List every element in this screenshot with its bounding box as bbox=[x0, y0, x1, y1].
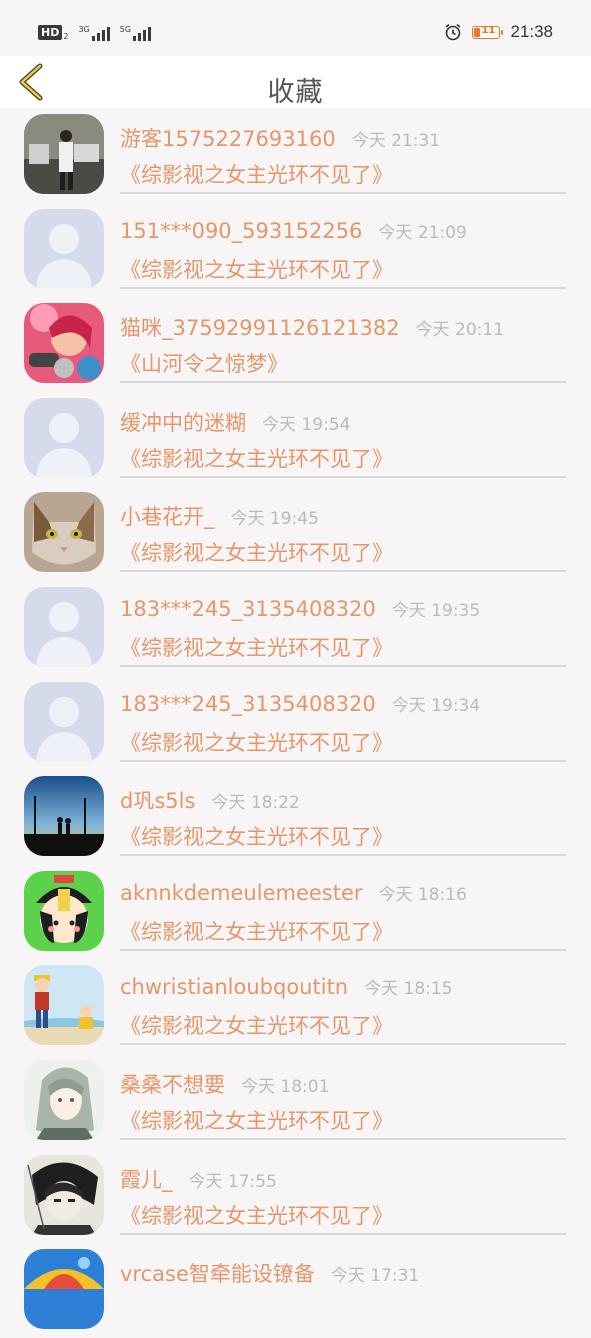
network-type-1: 3G bbox=[78, 24, 90, 34]
list-item[interactable]: vrcase智牵能设镣备 今天 17:31 bbox=[0, 1243, 591, 1338]
divider bbox=[120, 286, 566, 289]
list-item[interactable]: 桑桑不想要 今天 18:01 《综影视之女主光环不见了》 bbox=[0, 1054, 591, 1149]
avatar[interactable] bbox=[24, 1059, 104, 1140]
book-title[interactable]: 《综影视之女主光环不见了》 bbox=[120, 1105, 393, 1135]
book-title[interactable]: 《综影视之女主光环不见了》 bbox=[120, 916, 393, 946]
book-title[interactable]: 《综影视之女主光环不见了》 bbox=[120, 821, 393, 851]
book-title[interactable]: 《综影视之女主光环不见了》 bbox=[120, 159, 393, 189]
timestamp: 今天 21:09 bbox=[378, 222, 467, 243]
alarm-icon bbox=[445, 23, 461, 41]
user-name: chwristianloubqoutitn bbox=[120, 975, 349, 1000]
signal-bars-icon bbox=[91, 25, 110, 41]
divider bbox=[120, 1043, 566, 1046]
timestamp: 今天 19:45 bbox=[230, 509, 319, 530]
avatar[interactable] bbox=[24, 776, 104, 857]
network-type-2: 5G bbox=[119, 24, 132, 34]
avatar[interactable] bbox=[24, 1249, 104, 1330]
book-title[interactable]: 《山河令之惊梦》 bbox=[120, 348, 288, 378]
user-name: 霞儿_ bbox=[120, 1167, 173, 1192]
timestamp: 今天 19:35 bbox=[391, 600, 481, 621]
timestamp: 今天 18:22 bbox=[211, 793, 300, 814]
timestamp: 今天 18:15 bbox=[364, 979, 453, 1000]
book-title[interactable]: 《综影视之女主光环不见了》 bbox=[120, 727, 393, 757]
user-name: d巩s5ls bbox=[120, 789, 196, 814]
divider bbox=[120, 381, 566, 384]
status-right: 11 21:38 bbox=[444, 22, 553, 42]
book-title[interactable]: 《综影视之女主光环不见了》 bbox=[120, 537, 393, 567]
timestamp: 今天 19:34 bbox=[391, 695, 481, 716]
timestamp: 今天 18:01 bbox=[241, 1076, 330, 1097]
user-name: 小巷花开_ bbox=[120, 505, 215, 530]
avatar[interactable] bbox=[24, 1154, 104, 1235]
book-title[interactable]: 《综影视之女主光环不见了》 bbox=[120, 1200, 393, 1230]
signal-1: 3G bbox=[78, 24, 110, 41]
list-item[interactable]: aknnkdemeulemeester 今天 18:16 《综影视之女主光环不见… bbox=[0, 865, 591, 960]
list-item[interactable]: 霞儿_ 今天 17:55 《综影视之女主光环不见了》 bbox=[0, 1149, 591, 1244]
list-item[interactable]: 缓冲中的迷糊 今天 19:54 《综影视之女主光环不见了》 bbox=[0, 392, 591, 487]
user-name: 183***245_3135408320 bbox=[120, 596, 376, 621]
list-item[interactable]: 151***090_593152256 今天 21:09 《综影视之女主光环不见… bbox=[0, 203, 591, 298]
signal-bars-icon bbox=[133, 25, 152, 41]
avatar[interactable] bbox=[24, 114, 104, 194]
divider bbox=[120, 192, 566, 194]
signal-2: 5G bbox=[119, 24, 152, 41]
status-bar: HD 2 3G 5G 11 21:38 bbox=[0, 0, 591, 56]
avatar[interactable] bbox=[24, 303, 104, 384]
divider bbox=[120, 1232, 566, 1235]
list-item[interactable]: 183***245_3135408320 今天 19:34 《综影视之女主光环不… bbox=[0, 676, 591, 771]
user-name: aknnkdemeulemeester bbox=[120, 880, 363, 905]
book-title[interactable]: 《综影视之女主光环不见了》 bbox=[120, 1010, 393, 1040]
divider bbox=[120, 475, 566, 478]
battery-icon: 11 bbox=[472, 24, 504, 39]
timestamp: 今天 21:31 bbox=[351, 131, 441, 151]
divider bbox=[120, 664, 566, 667]
user-name: 猫咪_37592991126121382 bbox=[120, 316, 400, 341]
list-item[interactable]: 猫咪_37592991126121382 今天 20:11 《山河令之惊梦》 bbox=[0, 297, 591, 392]
user-name: 183***245_3135408320 bbox=[120, 691, 376, 716]
hd-badge: HD bbox=[38, 25, 63, 40]
divider bbox=[120, 854, 566, 857]
divider bbox=[120, 570, 566, 573]
top-bar: 收藏 bbox=[0, 56, 591, 108]
avatar[interactable] bbox=[24, 870, 104, 951]
user-name: 桑桑不想要 bbox=[120, 1072, 225, 1097]
user-name: vrcase智牵能设镣备 bbox=[120, 1262, 315, 1287]
timestamp: 今天 20:11 bbox=[415, 320, 505, 341]
list-item[interactable]: chwristianloubqoutitn 今天 18:15 《综影视之女主光环… bbox=[0, 959, 591, 1054]
favorites-list: 游客1575227693160 今天 21:31 《综影视之女主光环不见了》 1… bbox=[0, 108, 591, 1338]
list-item[interactable]: d巩s5ls 今天 18:22 《综影视之女主光环不见了》 bbox=[0, 770, 591, 865]
clock: 21:38 bbox=[510, 22, 553, 41]
user-name: 缓冲中的迷糊 bbox=[120, 410, 246, 435]
list-item[interactable]: 183***245_3135408320 今天 19:35 《综影视之女主光环不… bbox=[0, 581, 591, 676]
default-avatar-icon[interactable] bbox=[24, 681, 104, 762]
list-item[interactable]: 游客1575227693160 今天 21:31 《综影视之女主光环不见了》 bbox=[0, 108, 591, 203]
avatar[interactable] bbox=[24, 492, 104, 573]
timestamp: 今天 19:54 bbox=[262, 414, 351, 435]
timestamp: 今天 17:55 bbox=[188, 1171, 277, 1192]
book-title[interactable]: 《综影视之女主光环不见了》 bbox=[120, 254, 393, 284]
book-title[interactable]: 《综影视之女主光环不见了》 bbox=[120, 443, 393, 473]
avatar[interactable] bbox=[24, 965, 104, 1046]
book-title[interactable]: 《综影视之女主光环不见了》 bbox=[120, 632, 393, 662]
divider bbox=[120, 948, 566, 951]
user-name: 游客1575227693160 bbox=[120, 127, 336, 151]
default-avatar-icon[interactable] bbox=[24, 208, 104, 289]
sim-sub: 2 bbox=[63, 32, 69, 41]
battery-level: 11 bbox=[481, 24, 496, 36]
page-title: 收藏 bbox=[267, 77, 324, 108]
default-avatar-icon[interactable] bbox=[24, 586, 104, 667]
user-name: 151***090_593152256 bbox=[120, 218, 363, 243]
timestamp: 今天 18:16 bbox=[378, 884, 467, 905]
default-avatar-icon[interactable] bbox=[24, 397, 104, 478]
status-left: HD 2 3G 5G bbox=[38, 24, 152, 41]
divider bbox=[120, 1137, 566, 1140]
timestamp: 今天 17:31 bbox=[330, 1266, 420, 1287]
list-item[interactable]: 小巷花开_ 今天 19:45 《综影视之女主光环不见了》 bbox=[0, 486, 591, 581]
divider bbox=[120, 759, 566, 762]
